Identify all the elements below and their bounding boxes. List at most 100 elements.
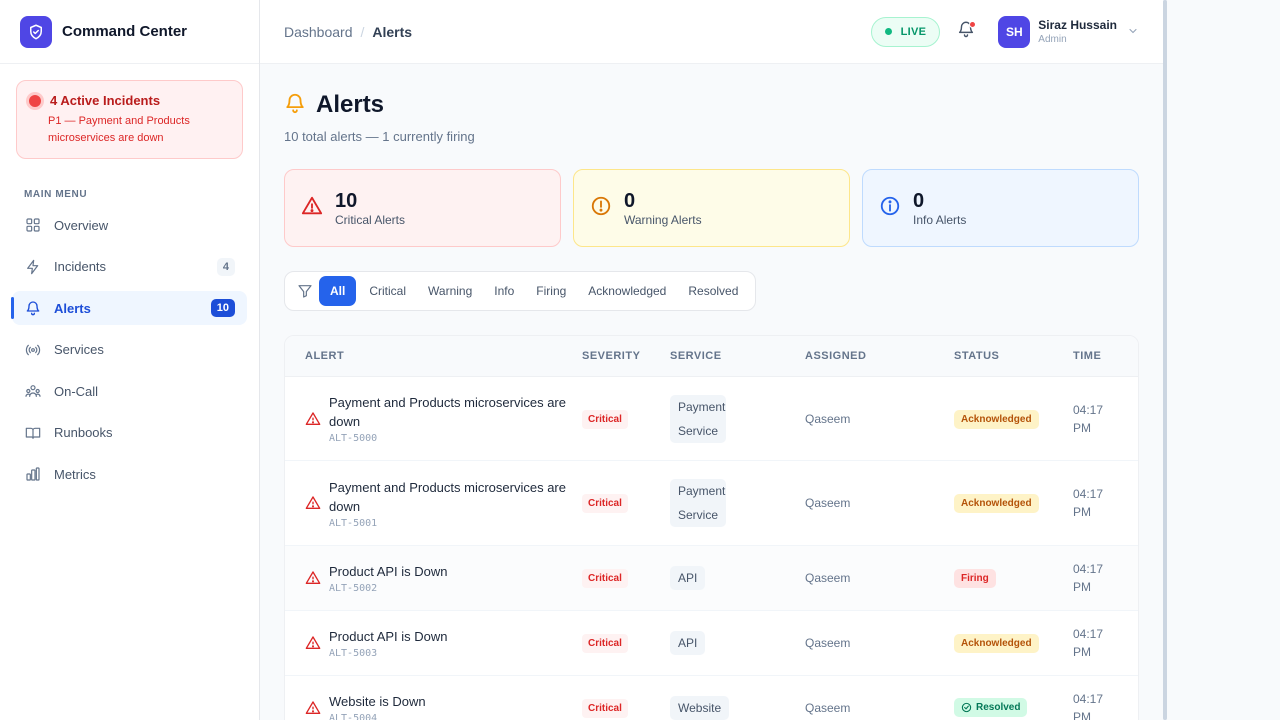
sidebar-item-label: Incidents [54,259,107,274]
alert-time: 04:17 PM [1073,562,1104,594]
live-label: LIVE [900,25,927,38]
service-line: Payment [678,484,726,498]
alert-id: ALT-5001 [329,517,378,529]
status-label: Resolved [976,702,1021,713]
page-subtitle: 10 total alerts — 1 currently firing [284,129,475,144]
check-circle-icon [961,702,972,713]
sidebar-item-label: Services [54,342,104,357]
incident-status-dot [29,94,41,107]
stat-card-info[interactable]: 0 Info Alerts [862,169,1139,247]
triangle-alert-icon [305,570,321,586]
filter-chip-acknowledged[interactable]: Acknowledged [579,276,675,306]
severity-badge: Critical [582,409,628,429]
status-badge: Acknowledged [954,409,1039,429]
filter-chip-resolved[interactable]: Resolved [679,276,747,306]
triangle-alert-icon [305,495,321,511]
service-line: Service [678,508,719,522]
sidebar-item-services[interactable]: Services [12,333,247,367]
severity-badge: Critical [582,569,628,588]
table-row[interactable]: Payment and Products microservices are d… [285,461,1138,546]
assignee: Qaseem [805,496,851,510]
column-header-alert[interactable]: ALERT [285,350,582,362]
notifications-button[interactable] [950,16,982,48]
assignee: Qaseem [805,636,851,650]
breadcrumb-separator: / [360,23,365,40]
sidebar-item-alerts[interactable]: Alerts 10 [11,291,247,325]
filter-chip-warning[interactable]: Warning [419,276,481,306]
stat-card-critical[interactable]: 10 Critical Alerts [284,169,561,247]
lightning-icon [24,258,42,276]
sidebar-item-metrics[interactable]: Metrics [12,457,247,491]
service-line: Payment [678,399,726,414]
sidebar-item-incidents[interactable]: Incidents 4 [12,250,247,284]
brand[interactable]: Command Center [0,0,259,64]
table-row[interactable]: Product API is Down ALT-5003 Critical AP… [285,611,1138,676]
active-incidents-banner[interactable]: 4 Active Incidents P1 — Payment and Prod… [16,80,243,159]
right-gutter [1167,0,1280,720]
circle-alert-icon [590,195,612,222]
filter-icon [297,283,313,299]
stat-value: 10 [335,189,358,212]
sidebar-item-label: Runbooks [54,425,113,440]
broadcast-icon [24,341,42,359]
notification-dot [969,20,977,28]
incident-banner-description: P1 — Payment and Products microservices … [48,115,190,144]
alert-id: ALT-5002 [329,583,378,594]
alerts-table: ALERT SEVERITY SERVICE ASSIGNED STATUS T… [284,335,1139,720]
triangle-alert-icon [305,700,321,716]
bar-chart-icon [24,465,42,483]
alerts-count-badge: 10 [210,299,235,317]
severity-badge: Critical [582,634,628,653]
stat-label: Warning Alerts [624,212,702,227]
column-header-service[interactable]: SERVICE [670,350,805,362]
alert-filter-bar: All Critical Warning Info Firing Acknowl… [284,271,757,311]
sidebar-item-overview[interactable]: Overview [12,208,247,242]
sidebar-item-on-call[interactable]: On-Call [12,374,247,408]
status-badge-resolved: Resolved [954,698,1028,717]
alert-id: ALT-5003 [329,648,378,659]
avatar: SH [998,15,1031,48]
stats-row: 10 Critical Alerts 0 Warning Alerts 0 In… [284,169,1139,247]
table-row[interactable]: Product API is Down ALT-5002 Critical AP… [285,546,1138,611]
sidebar-item-label: Overview [54,217,109,233]
assignee: Qaseem [805,571,851,585]
column-header-severity[interactable]: SEVERITY [582,350,670,362]
live-dot [884,28,892,35]
status-badge: Firing [954,569,996,588]
alert-name: Product API is Down [329,629,448,644]
chevron-down-icon [1127,24,1139,42]
filter-chip-firing[interactable]: Firing [527,276,575,306]
filter-chip-info[interactable]: Info [485,276,523,306]
users-icon [24,382,42,400]
alert-name: Payment and Products microservices are d… [329,395,566,429]
main-content: Alerts 10 total alerts — 1 currently fir… [260,64,1163,720]
grid-icon [24,216,42,234]
stat-value: 0 [624,189,636,212]
sidebar-item-runbooks[interactable]: Runbooks [12,416,247,450]
sidebar: Command Center 4 Active Incidents P1 — P… [0,0,260,720]
stat-value: 0 [913,189,925,212]
column-header-status[interactable]: STATUS [954,350,1073,362]
breadcrumb: Dashboard / Alerts [284,24,412,40]
service-tag: Payment Service [670,479,726,527]
filter-chip-critical[interactable]: Critical [360,276,415,306]
table-row[interactable]: Website is Down ALT-5004 Critical Websit… [285,676,1138,720]
info-icon [879,195,901,222]
alert-time: 04:17 PM [1073,692,1104,720]
service-line: Service [678,423,719,438]
severity-badge: Critical [582,494,628,513]
user-menu[interactable]: SH Siraz Hussain Admin [998,15,1139,48]
assignee: Qaseem [805,701,851,715]
user-role: Admin [1038,34,1067,45]
filter-chip-all[interactable]: All [319,276,357,306]
breadcrumb-current: Alerts [372,23,413,40]
breadcrumb-dashboard-link[interactable]: Dashboard [284,24,353,40]
alert-time: 04:17 PM [1073,487,1104,519]
column-header-assigned[interactable]: ASSIGNED [805,350,954,362]
stat-card-warning[interactable]: 0 Warning Alerts [573,169,850,247]
app-title: Command Center [62,23,188,40]
alert-id: ALT-5000 [329,433,378,444]
alert-name: Product API is Down [329,564,448,579]
column-header-time[interactable]: TIME [1073,350,1137,362]
table-row[interactable]: Payment and Products microservices are d… [285,377,1138,461]
